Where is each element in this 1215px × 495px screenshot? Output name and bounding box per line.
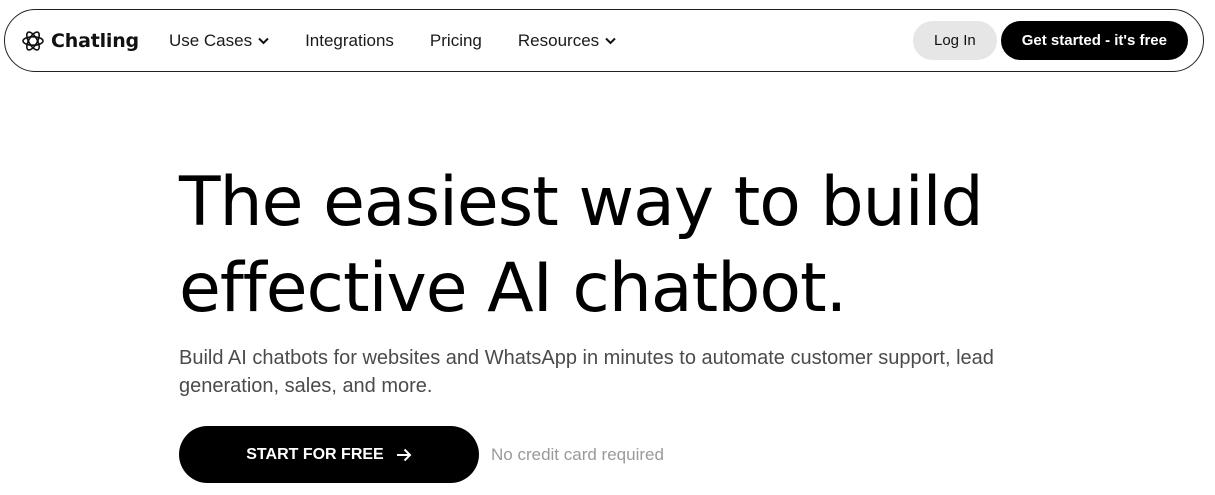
atom-logo-icon [21,29,45,53]
nav-use-cases[interactable]: Use Cases [169,31,269,51]
nav-integrations[interactable]: Integrations [305,31,394,51]
get-started-button[interactable]: Get started - it's free [1000,21,1188,60]
hero-subtitle: Build AI chatbots for websites and Whats… [179,347,994,397]
nav-resources-label: Resources [517,30,600,50]
arrow-right-icon [396,448,412,462]
hero-title: The easiest way to build effective AI ch… [179,160,1079,332]
hero-cta-row: START FOR FREE No credit card required [179,426,1079,483]
nav-actions: Log In Get started - it's free [913,21,1188,60]
nav-use-cases-label: Use Cases [168,30,253,50]
nav-integrations-label: Integrations [305,30,394,50]
hero-section: The easiest way to build effective AI ch… [179,160,1079,483]
start-for-free-button[interactable]: START FOR FREE [179,426,479,483]
brand-logo[interactable]: Chatling [21,29,139,53]
no-credit-card-note: No credit card required [491,444,664,464]
hero-title-line-2: effective AI chatbot. [179,249,847,328]
chevron-down-icon [605,37,616,45]
nav-pricing-label: Pricing [429,30,482,50]
hero-title-line-1: The easiest way to build [179,163,984,242]
top-navbar: Chatling Use Cases Integrations Pricing … [4,9,1204,72]
nav-links: Use Cases Integrations Pricing Resources [169,31,652,51]
nav-resources[interactable]: Resources [518,31,616,51]
chevron-down-icon [258,37,269,45]
start-for-free-label: START FOR FREE [246,445,384,463]
nav-pricing[interactable]: Pricing [430,31,482,51]
brand-name: Chatling [51,29,139,52]
login-button[interactable]: Log In [913,21,997,60]
